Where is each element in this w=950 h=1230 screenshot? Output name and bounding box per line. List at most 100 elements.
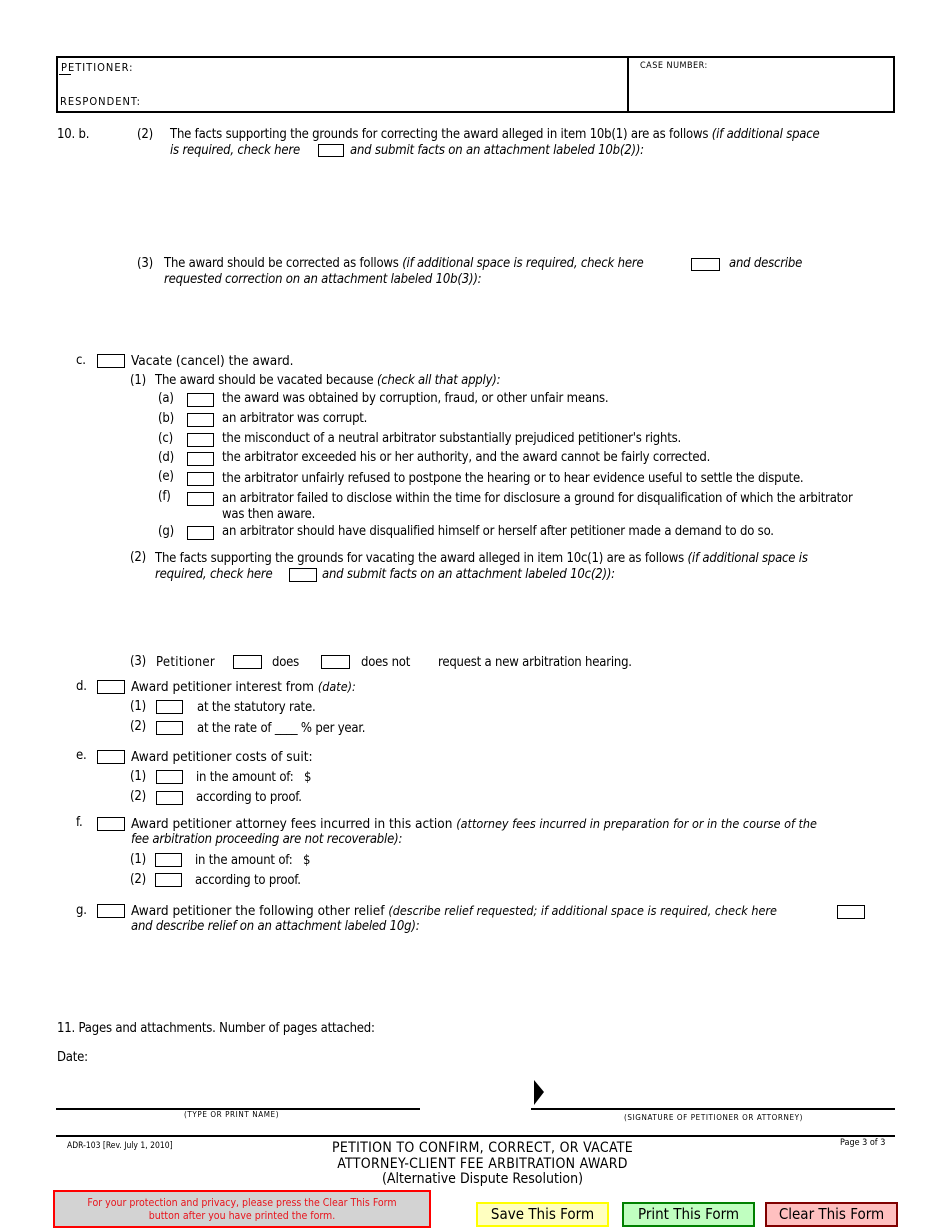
option-c-letter: (c) xyxy=(158,431,173,446)
fees-amount-input[interactable] xyxy=(325,852,529,870)
item-10g-checkbox[interactable] xyxy=(97,904,125,918)
fees-proof-checkbox[interactable] xyxy=(155,873,182,887)
signature-line xyxy=(531,1108,895,1110)
does-label: does xyxy=(272,655,300,670)
option-c-text: the misconduct of a neutral arbitrator s… xyxy=(222,431,682,446)
item-10f-italic-line2: fee arbitration proceeding are not recov… xyxy=(131,832,403,847)
item-10b2-facts-textarea[interactable] xyxy=(170,162,894,256)
fees-amount-label: in the amount of: $ xyxy=(195,853,311,868)
signature-caption: (SIGNATURE OF PETITIONER OR ATTORNEY) xyxy=(624,1113,804,1122)
item-10c1-italic: (check all that apply): xyxy=(376,373,501,388)
item-11-text: 11. Pages and attachments. Number of pag… xyxy=(57,1021,375,1036)
item-10f-italic: (attorney fees incurred in preparation f… xyxy=(456,816,817,831)
option-d-checkbox[interactable] xyxy=(187,452,214,466)
fees-amount-checkbox[interactable] xyxy=(155,853,182,867)
option-a-checkbox[interactable] xyxy=(187,393,214,407)
item-10b3-number: (3) xyxy=(137,256,153,271)
petitioner-label: PETITIONER: xyxy=(61,61,134,74)
date-input[interactable] xyxy=(95,1049,349,1067)
item-10g-letter: g. xyxy=(76,903,87,918)
item-10c3-number: (3) xyxy=(130,654,146,669)
privacy-notice: For your protection and privacy, please … xyxy=(53,1190,431,1228)
costs-amount-checkbox[interactable] xyxy=(156,770,183,784)
item-10c-vacate-checkbox[interactable] xyxy=(97,354,125,368)
petitioner-field-mark xyxy=(59,74,71,75)
privacy-notice-line2: button after you have printed the form. xyxy=(148,1209,336,1222)
item-10b3-attachment-checkbox[interactable] xyxy=(691,258,720,271)
print-name-input[interactable] xyxy=(58,1088,422,1108)
item-10b2-italic-line2b: and submit facts on an attachment labele… xyxy=(350,143,644,158)
item-10d-checkbox[interactable] xyxy=(97,680,125,694)
item-10e1-number: (1) xyxy=(130,769,146,784)
option-b-text: an arbitrator was corrupt. xyxy=(222,411,368,426)
item-10b2-italic: (if additional space xyxy=(711,127,820,142)
option-f-checkbox[interactable] xyxy=(187,492,214,506)
statutory-rate-label: at the statutory rate. xyxy=(197,700,316,715)
item-10f2-number: (2) xyxy=(130,872,146,887)
option-b-checkbox[interactable] xyxy=(187,413,214,427)
costs-amount-input[interactable] xyxy=(325,769,529,787)
costs-proof-checkbox[interactable] xyxy=(156,791,183,805)
option-g-checkbox[interactable] xyxy=(187,526,214,540)
item-10b3-correction-textarea[interactable] xyxy=(164,290,888,354)
item-10c1-text: The award should be vacated because (che… xyxy=(155,373,501,388)
option-a-letter: (a) xyxy=(158,391,174,406)
fees-proof-label: according to proof. xyxy=(195,873,301,888)
item-10c2-facts-textarea[interactable] xyxy=(155,586,889,650)
item-10c2-italic: (if additional space is xyxy=(687,551,808,566)
form-title-line3: (Alternative Dispute Resolution) xyxy=(381,1171,584,1187)
item-10f1-number: (1) xyxy=(130,852,146,867)
item-10f-label: Award petitioner attorney fees incurred … xyxy=(131,816,817,832)
option-g-text: an arbitrator should have disqualified h… xyxy=(222,524,774,539)
print-name-caption: (TYPE OR PRINT NAME) xyxy=(184,1110,280,1119)
rate-label: at the rate of ____ % per year. xyxy=(197,721,366,736)
item-10c2-attachment-checkbox[interactable] xyxy=(289,568,317,582)
clear-form-button[interactable]: Clear This Form xyxy=(765,1202,898,1227)
item-10b2-text: The facts supporting the grounds for cor… xyxy=(170,127,900,143)
item-10b2-number: (2) xyxy=(137,127,153,142)
option-c-checkbox[interactable] xyxy=(187,433,214,447)
item-10d2-number: (2) xyxy=(130,719,146,734)
other-relief-textarea[interactable] xyxy=(131,938,890,1012)
option-b-letter: (b) xyxy=(158,411,174,426)
option-e-checkbox[interactable] xyxy=(187,472,214,486)
item-10e2-number: (2) xyxy=(130,789,146,804)
option-d-text: the arbitrator exceeded his or her autho… xyxy=(222,450,711,465)
does-not-checkbox[interactable] xyxy=(321,655,350,669)
option-a-text: the award was obtained by corruption, fr… xyxy=(222,391,609,406)
case-number-label: CASE NUMBER: xyxy=(640,61,708,71)
item-10f-checkbox[interactable] xyxy=(97,817,125,831)
option-f-text-line2: was then aware. xyxy=(222,507,316,522)
item-10c2-italic-line2a: required, check here xyxy=(155,567,273,582)
caption-divider xyxy=(627,58,629,111)
save-form-button[interactable]: Save This Form xyxy=(476,1202,609,1227)
case-number-input[interactable] xyxy=(638,78,892,108)
item-10c-label: Vacate (cancel) the award. xyxy=(131,353,294,369)
rate-checkbox[interactable] xyxy=(156,721,183,735)
form-id: ADR-103 [Rev. July 1, 2010] xyxy=(67,1141,173,1151)
item-10d-main: Award petitioner interest from xyxy=(131,679,318,695)
respondent-input[interactable] xyxy=(148,92,622,110)
option-e-letter: (e) xyxy=(158,469,174,484)
item-10g-attachment-checkbox[interactable] xyxy=(837,905,865,919)
item-10e-checkbox[interactable] xyxy=(97,750,125,764)
interest-date-input[interactable] xyxy=(375,679,879,697)
does-checkbox[interactable] xyxy=(233,655,262,669)
item-10g-italic: (describe relief requested; if additiona… xyxy=(388,903,777,918)
item-10g-main: Award petitioner the following other rel… xyxy=(131,903,389,919)
statutory-rate-checkbox[interactable] xyxy=(156,700,183,714)
costs-proof-label: according to proof. xyxy=(196,790,302,805)
respondent-label: RESPONDENT: xyxy=(60,95,142,108)
petitioner-input[interactable] xyxy=(138,61,622,79)
option-g-letter: (g) xyxy=(158,524,174,539)
form-title-line2: ATTORNEY-CLIENT FEE ARBITRATION AWARD xyxy=(337,1155,628,1172)
date-label: Date: xyxy=(57,1050,88,1065)
pages-attached-input[interactable] xyxy=(415,1020,619,1038)
item-10b3-italic-b: and describe xyxy=(729,256,803,271)
item-10c2-text: The facts supporting the grounds for vac… xyxy=(155,551,808,566)
item-10c1-number: (1) xyxy=(130,373,146,388)
item-10c2-italic-line2b: and submit facts on an attachment labele… xyxy=(322,567,615,582)
item-10b2-attachment-checkbox[interactable] xyxy=(318,144,344,157)
print-form-button[interactable]: Print This Form xyxy=(622,1202,755,1227)
item-10d-letter: d. xyxy=(76,679,87,694)
